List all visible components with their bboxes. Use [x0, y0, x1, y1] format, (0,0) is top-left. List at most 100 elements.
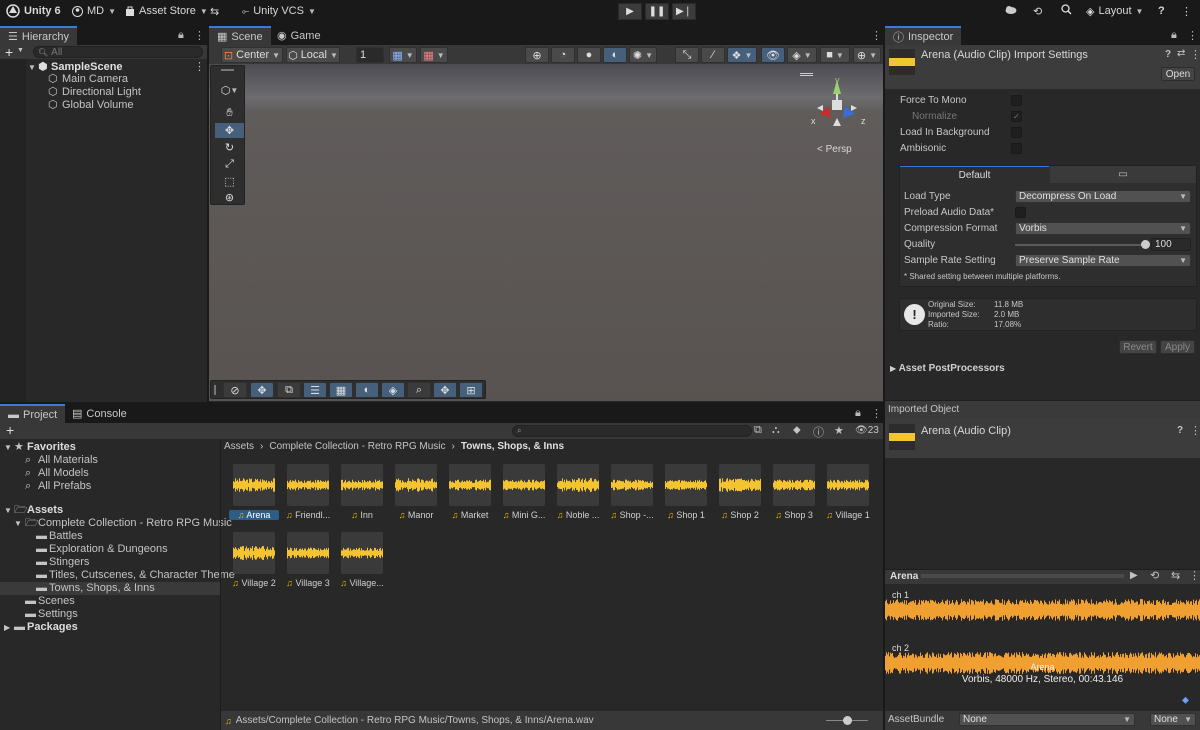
asset-item[interactable]: ♫ Village 2: [229, 532, 279, 588]
apply-button[interactable]: Apply: [1160, 340, 1195, 354]
preload-checkbox[interactable]: [1015, 207, 1026, 218]
preview-drag-bar[interactable]: [921, 574, 1124, 578]
grid-snap-button[interactable]: ▦ ▼: [389, 47, 417, 63]
favorite-item[interactable]: ⌕ All Prefabs: [0, 480, 220, 493]
asset-item[interactable]: ♫ Mini G...: [499, 464, 549, 520]
tab-inspector[interactable]: ⓘ Inspector: [885, 26, 962, 45]
subfolder-row[interactable]: ▬ Exploration & Dungeons: [0, 543, 220, 556]
scene-viewport[interactable]: ⬡ ▼ ✋︎ ✥ ↻ ⤢ ⬚ ⊛ y x z < Persp ⊘ ✥ ⧉ ☰ ▦ …: [209, 64, 883, 401]
unity-vcs-dropdown[interactable]: ⟜ Unity VCS ▼: [242, 3, 316, 19]
platform-tab-standalone[interactable]: ▭: [1050, 166, 1196, 183]
help-icon[interactable]: ?: [1165, 49, 1171, 60]
hierarchy-item[interactable]: ⬡ Directional Light: [0, 86, 207, 99]
normalize-checkbox[interactable]: ✓: [1011, 111, 1022, 122]
unity-menu[interactable]: Unity 6: [6, 3, 61, 19]
camera-dropdown[interactable]: ■ ▼: [820, 47, 850, 63]
search-button[interactable]: [1061, 3, 1072, 19]
assetbundle-dropdown[interactable]: None ▼: [959, 713, 1135, 726]
folder-row[interactable]: ▬ Settings: [0, 608, 220, 621]
asset-item[interactable]: ♫ Friendl...: [283, 464, 333, 520]
hierarchy-search-input[interactable]: 🔍︎ All: [33, 46, 203, 58]
overlay-camera-button[interactable]: ⊞: [459, 382, 483, 398]
asset-item[interactable]: ♫ Shop -...: [607, 464, 657, 520]
orientation-gizmo[interactable]: y x z: [807, 72, 867, 134]
overlay-align-button[interactable]: ☰: [303, 382, 327, 398]
transform-tool-button[interactable]: ⊛: [215, 190, 244, 205]
compression-dropdown[interactable]: Vorbis ▼: [1015, 222, 1191, 235]
asset-item[interactable]: ♫ Village 3: [283, 532, 333, 588]
waveform-preview[interactable]: ch 1 ch 2 Arena Vorbis, 48000 Hz, Stereo…: [885, 585, 1200, 711]
favorite-item[interactable]: ⌕ All Materials: [0, 454, 220, 467]
subfolder-row[interactable]: ▬ Titles, Cutscenes, & Character Theme: [0, 569, 235, 582]
preset-icon[interactable]: ⇄: [1177, 48, 1185, 59]
folder-row[interactable]: ▬ Scenes: [0, 595, 220, 608]
info-icon[interactable]: ⓘ: [813, 424, 824, 440]
increment-snap-button[interactable]: ▦ ▼: [420, 47, 448, 63]
breadcrumb-item[interactable]: Complete Collection - Retro RPG Music: [269, 441, 445, 452]
overlay-move-button[interactable]: ✥: [250, 382, 274, 398]
add-icon[interactable]: +: [5, 44, 13, 60]
collection-folder-row[interactable]: ▼ 🗁︎ Complete Collection - Retro RPG Music: [0, 517, 232, 530]
pause-button[interactable]: ❚❚: [645, 3, 669, 20]
shading-shaded-button[interactable]: ●: [577, 47, 601, 63]
add-icon[interactable]: +: [6, 422, 14, 438]
help-icon[interactable]: ?: [1177, 425, 1183, 436]
pivot-dropdown[interactable]: ⊡ Center ▼: [221, 47, 283, 63]
asset-store-dropdown[interactable]: Asset Store ▼: [125, 3, 208, 19]
visible-count[interactable]: 👁︎23: [855, 425, 879, 436]
favorite-item[interactable]: ⌕ All Models: [0, 467, 220, 480]
top-menu-button[interactable]: ⋮: [1181, 3, 1192, 19]
overlay-layers-button[interactable]: ◈: [381, 382, 405, 398]
overlay-compass-button[interactable]: ⊘: [223, 382, 247, 398]
projection-toggle[interactable]: < Persp: [817, 144, 852, 155]
drag-handle-icon[interactable]: [221, 69, 234, 71]
subfolder-row[interactable]: ▬ Stingers: [0, 556, 220, 569]
subfolder-row[interactable]: ▬ Battles: [0, 530, 220, 543]
gizmo-drag-handle-icon[interactable]: [800, 73, 813, 76]
more-vertical-icon[interactable]: ⋮: [871, 29, 882, 42]
overlay-scale-button[interactable]: ⧉: [277, 382, 301, 398]
packages-row[interactable]: ▶ ▬ Packages: [0, 621, 220, 634]
project-search-input[interactable]: ⌕: [512, 425, 752, 437]
overlay-lighting-button[interactable]: ◐: [355, 382, 379, 398]
cloud-button[interactable]: [1004, 3, 1017, 19]
drag-handle-icon[interactable]: [214, 385, 216, 395]
gizmos-dropdown[interactable]: ⊕ ▼: [853, 47, 881, 63]
plastic-scm-button[interactable]: ⇆: [210, 3, 219, 19]
layout-dropdown[interactable]: ◈ Layout ▼: [1086, 3, 1143, 19]
more-vertical-icon[interactable]: ⋮: [871, 407, 882, 420]
lock-icon[interactable]: 🔒︎: [1171, 29, 1177, 42]
favorites-row[interactable]: ▼ ★ Favorites: [0, 441, 220, 454]
asset-item[interactable]: ♫ Shop 3: [769, 464, 819, 520]
asset-item[interactable]: ♫ Inn: [337, 464, 387, 520]
chevron-down-icon[interactable]: ▼: [17, 47, 24, 54]
lock-icon[interactable]: 🔒︎: [178, 29, 184, 42]
more-vertical-icon[interactable]: ⋮: [1190, 424, 1200, 437]
overlay-search-button[interactable]: ⌕: [407, 382, 431, 398]
quality-input[interactable]: 100: [1151, 238, 1191, 251]
assetbundle-variant-dropdown[interactable]: None ▼: [1150, 713, 1196, 726]
preview-play-icon[interactable]: ▶: [1130, 570, 1138, 581]
play-button[interactable]: ▶: [618, 3, 642, 20]
autoplay-icon[interactable]: ⟲: [1150, 569, 1159, 582]
filter-icon[interactable]: ⛬: [772, 424, 780, 437]
load-type-dropdown[interactable]: Decompress On Load ▼: [1015, 190, 1191, 203]
open-button[interactable]: Open: [1161, 67, 1195, 81]
asset-item[interactable]: ♫ Manor: [391, 464, 441, 520]
tag-icon[interactable]: ⬥: [793, 424, 801, 437]
asset-label-tag-icon[interactable]: ⬥: [1182, 695, 1189, 706]
asset-item[interactable]: ♫ Village 1: [823, 464, 873, 520]
load-in-background-checkbox[interactable]: [1011, 127, 1022, 138]
lighting-toggle-button[interactable]: ⁄: [701, 47, 725, 63]
rotate-tool-button[interactable]: ↻: [215, 140, 244, 155]
sample-rate-dropdown[interactable]: Preserve Sample Rate ▼: [1015, 254, 1191, 267]
view-tool-button[interactable]: ✋︎: [215, 106, 244, 121]
postprocessors-foldout[interactable]: ▶ Asset PostProcessors: [890, 363, 1005, 374]
slider-thumb[interactable]: [843, 716, 852, 725]
star-icon[interactable]: ★: [834, 424, 844, 437]
rect-tool-button[interactable]: ⬚: [215, 174, 244, 189]
more-vertical-icon[interactable]: ⋮: [194, 29, 205, 42]
shading-wireframe-button[interactable]: ◔: [551, 47, 575, 63]
ambisonic-checkbox[interactable]: [1011, 143, 1022, 154]
tab-project[interactable]: ▬ Project: [0, 404, 66, 423]
